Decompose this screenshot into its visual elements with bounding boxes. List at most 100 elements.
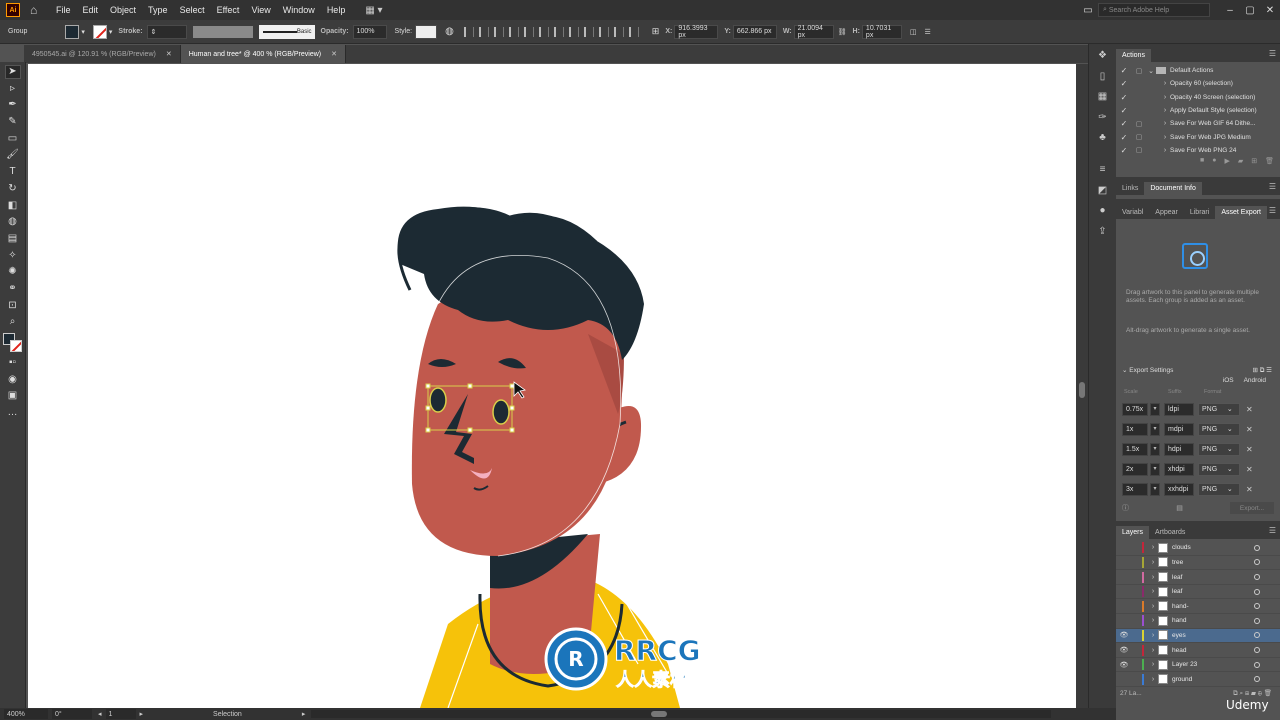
check-icon[interactable]: ✓ <box>1116 133 1132 142</box>
distribute-left-icon[interactable] <box>598 26 609 37</box>
layer-name[interactable]: head <box>1172 647 1232 654</box>
graphic-style-swatch[interactable] <box>415 24 438 39</box>
chevron-down-icon[interactable]: ▾ <box>1150 422 1160 436</box>
brushes-icon[interactable]: ✑ <box>1096 112 1110 124</box>
layer-target-icon[interactable] <box>1254 617 1260 624</box>
rotate-tool-icon[interactable]: ↻ <box>6 183 20 195</box>
chevron-down-icon[interactable]: ⌄ <box>1122 366 1129 374</box>
visibility-eye-icon[interactable]: 👁 <box>1116 646 1132 654</box>
chevron-down-icon[interactable]: ▾ <box>1150 442 1160 456</box>
export-button[interactable]: Export... <box>1230 502 1274 515</box>
dialog-toggle-icon[interactable]: ▢ <box>1132 67 1146 75</box>
direct-selection-tool-icon[interactable]: ▹ <box>6 83 20 95</box>
info-icon[interactable]: ⓘ <box>1122 503 1129 513</box>
layer-target-icon[interactable] <box>1254 661 1260 668</box>
format-select[interactable]: PNG ⌄ <box>1198 482 1240 496</box>
chevron-right-icon[interactable]: › <box>1148 617 1158 624</box>
workspace-switcher-icon[interactable]: ▦ ▾ <box>365 5 382 16</box>
link-proportions-icon[interactable]: ⛓ <box>838 28 847 36</box>
arrange-documents-icon[interactable]: ▭ <box>1078 5 1098 16</box>
align-top-icon[interactable] <box>508 26 519 37</box>
chevron-right-icon[interactable]: › <box>1160 134 1170 141</box>
blend-tool-icon[interactable]: ⚭ <box>6 283 20 295</box>
dialog-toggle-icon[interactable]: ▢ <box>1132 120 1146 128</box>
chevron-right-icon[interactable]: › <box>1148 574 1158 581</box>
document-icon[interactable]: ▯ <box>1096 71 1110 83</box>
prev-artboard-icon[interactable]: ◂ <box>98 710 102 718</box>
shape-builder-tool-icon[interactable]: ◍ <box>6 216 20 228</box>
height-field[interactable]: 10.7031 px <box>861 24 902 39</box>
export-icon[interactable]: ⇪ <box>1096 226 1110 238</box>
export-settings-header[interactable]: ⌄ Export Settings ⊞ ⧉ ☰ <box>1116 363 1280 377</box>
play-icon[interactable]: ▶ <box>1224 157 1229 167</box>
screen-mode-icon[interactable]: ▣ <box>6 390 20 402</box>
format-select[interactable]: PNG ⌄ <box>1198 402 1240 416</box>
distribute-top-icon[interactable] <box>553 26 564 37</box>
layer-row[interactable]: › ground <box>1116 672 1280 688</box>
layer-row[interactable]: › hand- <box>1116 599 1280 615</box>
panel-menu-icon[interactable]: ☰ <box>1269 49 1276 58</box>
status-menu-icon[interactable]: ▸ <box>302 710 306 718</box>
reference-point-icon[interactable]: ⊞ <box>652 26 660 37</box>
symbol-sprayer-tool-icon[interactable]: ✺ <box>6 266 20 278</box>
transform-icon[interactable]: ◫ <box>910 28 917 36</box>
y-field[interactable]: 662.866 px <box>732 24 777 39</box>
eyedropper-tool-icon[interactable]: ✧ <box>6 250 20 262</box>
chevron-right-icon[interactable]: › <box>1160 120 1170 127</box>
dialog-toggle-icon[interactable]: ▢ <box>1132 133 1146 141</box>
distribute-middle-icon[interactable] <box>568 26 579 37</box>
export-dialog-icon[interactable]: ▤ <box>1176 504 1183 512</box>
layer-name[interactable]: leaf <box>1172 588 1232 595</box>
transparency-icon[interactable]: ◩ <box>1096 185 1110 197</box>
action-item[interactable]: ✓ ▢ › Save For Web JPG Medium <box>1116 130 1280 143</box>
layer-target-icon[interactable] <box>1254 574 1260 581</box>
chevron-right-icon[interactable]: › <box>1160 147 1170 154</box>
layer-row[interactable]: › tree <box>1116 556 1280 571</box>
new-action-icon[interactable]: ⊞ <box>1251 157 1257 167</box>
artboard-number-field[interactable]: 1 <box>105 709 136 719</box>
visibility-eye-icon[interactable]: 👁 <box>1116 661 1132 669</box>
fill-color-control[interactable]: ▾ <box>65 24 85 39</box>
format-select[interactable]: PNG ⌄ <box>1198 442 1240 456</box>
format-select[interactable]: PNG ⌄ <box>1198 422 1240 436</box>
check-icon[interactable]: ✓ <box>1116 119 1132 128</box>
layer-target-icon[interactable] <box>1254 603 1260 610</box>
layer-name[interactable]: leaf <box>1172 574 1232 581</box>
stroke-label[interactable]: Stroke: <box>118 28 142 35</box>
rotation-field[interactable]: 0° <box>52 709 92 719</box>
layer-name[interactable]: tree <box>1172 559 1232 566</box>
layer-row[interactable]: 👁 › Layer 23 <box>1116 658 1280 673</box>
zoom-tool-icon[interactable]: ⌕ <box>6 316 20 328</box>
stroke-color-control[interactable]: ▾ <box>92 24 112 39</box>
tab-document-1[interactable]: 4950545.ai @ 120.91 % (RGB/Preview) ✕ <box>24 45 181 63</box>
layer-target-icon[interactable] <box>1254 544 1260 551</box>
distribute-bottom-icon[interactable] <box>583 26 594 37</box>
chevron-down-icon[interactable]: ▾ <box>1150 462 1160 476</box>
suffix-field[interactable]: mdpi <box>1164 422 1194 436</box>
color-guide-icon[interactable]: ❖ <box>1096 50 1110 62</box>
action-item[interactable]: ✓ › Opacity 60 (selection) <box>1116 77 1280 90</box>
chevron-right-icon[interactable]: › <box>1160 94 1170 101</box>
dialog-toggle-icon[interactable]: ▢ <box>1132 146 1146 154</box>
scale-field[interactable]: 0.75x <box>1122 402 1148 416</box>
next-artboard-icon[interactable]: ▸ <box>140 710 144 718</box>
paintbrush-tool-icon[interactable]: 🖌 <box>6 149 20 161</box>
new-set-icon[interactable]: ▰ <box>1238 157 1243 167</box>
format-select[interactable]: PNG ⌄ <box>1198 462 1240 476</box>
menu-object[interactable]: Object <box>110 5 136 15</box>
layer-row[interactable]: › leaf <box>1116 585 1280 600</box>
drawing-mode-icon[interactable]: ◉ <box>6 374 20 386</box>
android-preset[interactable]: Android <box>1244 377 1266 389</box>
add-scale-icon[interactable]: ⊞ ⧉ ☰ <box>1252 366 1272 375</box>
artboard-canvas[interactable] <box>28 64 1076 708</box>
scale-field[interactable]: 1x <box>1122 422 1148 436</box>
layer-target-icon[interactable] <box>1254 647 1260 654</box>
width-field[interactable]: 21.0094 px <box>793 24 834 39</box>
tab-variables[interactable]: Variabl <box>1116 206 1149 219</box>
chevron-down-icon[interactable]: ▾ <box>1150 482 1160 496</box>
x-field[interactable]: 916.3993 px <box>674 24 719 39</box>
layer-name[interactable]: hand- <box>1172 603 1232 610</box>
check-icon[interactable]: ✓ <box>1116 146 1132 155</box>
align-right-icon[interactable] <box>493 26 504 37</box>
align-left-icon[interactable] <box>463 26 474 37</box>
